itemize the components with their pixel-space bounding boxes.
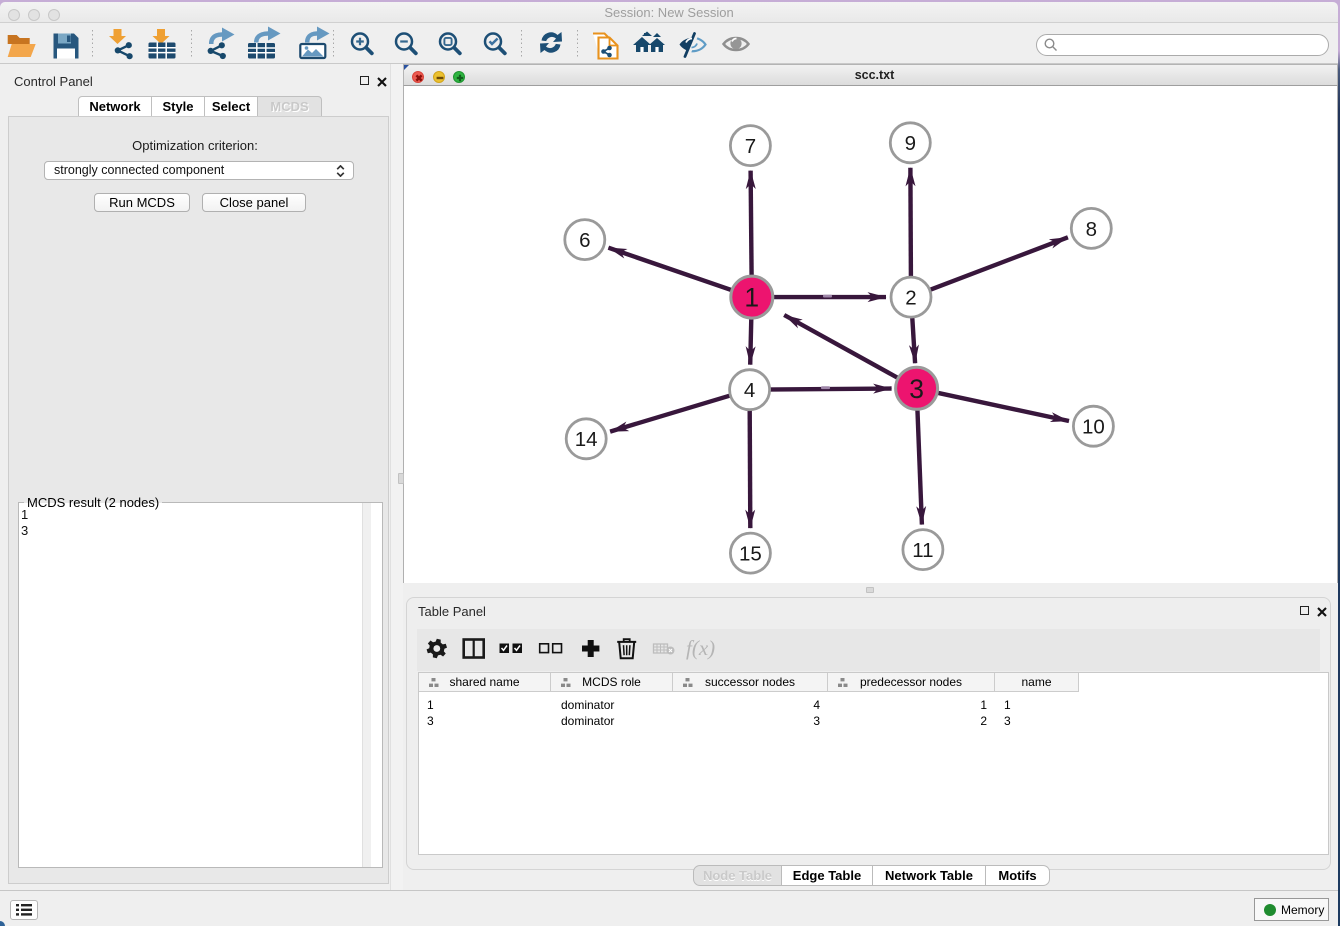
svg-text:4: 4 (744, 379, 755, 402)
svg-text:f(x): f(x) (686, 636, 715, 660)
svg-text:1: 1 (744, 283, 759, 313)
svg-text:15: 15 (739, 543, 762, 566)
svg-text:6: 6 (579, 229, 590, 252)
svg-text:7: 7 (745, 135, 756, 158)
svg-text:14: 14 (575, 428, 598, 451)
svg-text:11: 11 (912, 539, 933, 562)
svg-text:2: 2 (905, 287, 916, 310)
svg-text:8: 8 (1086, 218, 1097, 241)
svg-text:10: 10 (1082, 416, 1105, 439)
svg-text:9: 9 (905, 132, 916, 155)
svg-text:3: 3 (909, 374, 924, 404)
